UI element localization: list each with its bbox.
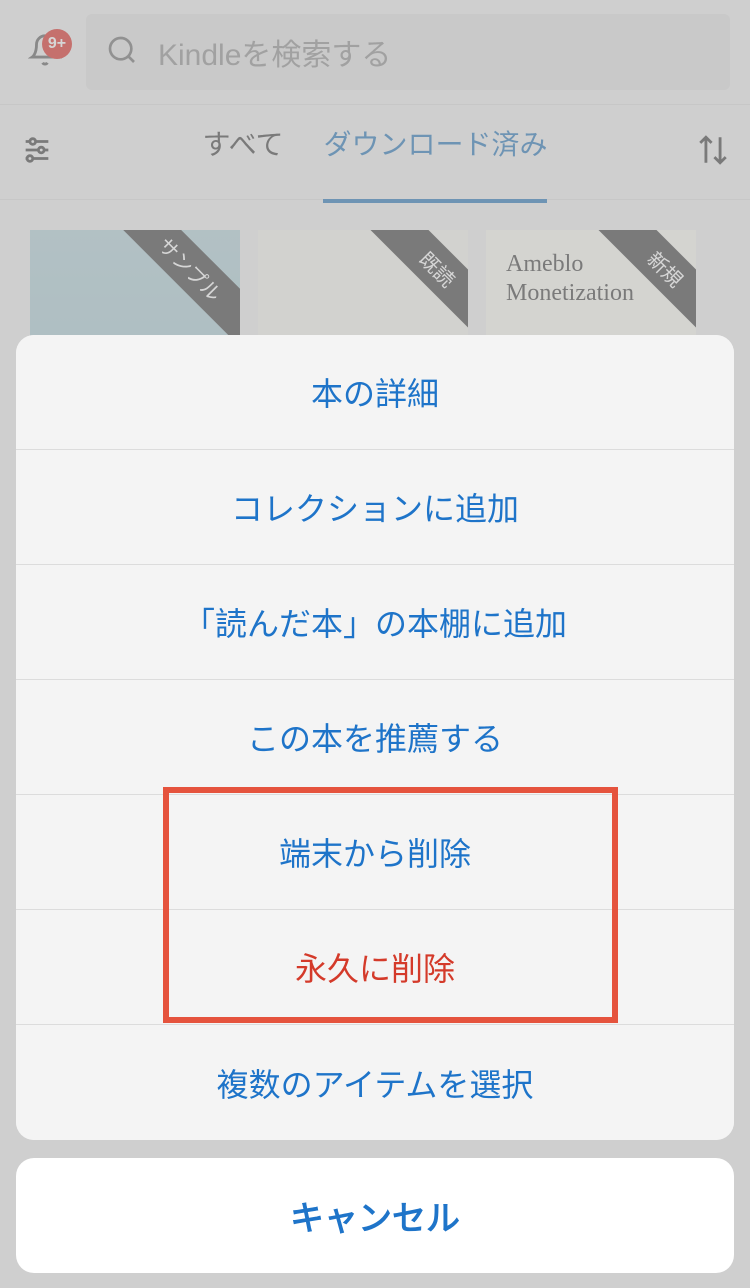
sheet-item-select-multiple[interactable]: 複数のアイテムを選択: [16, 1025, 734, 1140]
sheet-item-delete-permanently[interactable]: 永久に削除: [16, 910, 734, 1025]
sheet-item-remove-device[interactable]: 端末から削除: [16, 795, 734, 910]
action-sheet: 本の詳細 コレクションに追加 「読んだ本」の本棚に追加 この本を推薦する 端末か…: [16, 335, 734, 1140]
sheet-item-recommend[interactable]: この本を推薦する: [16, 680, 734, 795]
cancel-button[interactable]: キャンセル: [16, 1158, 734, 1273]
sheet-item-details[interactable]: 本の詳細: [16, 335, 734, 450]
sheet-item-add-collection[interactable]: コレクションに追加: [16, 450, 734, 565]
sheet-item-add-read-shelf[interactable]: 「読んだ本」の本棚に追加: [16, 565, 734, 680]
